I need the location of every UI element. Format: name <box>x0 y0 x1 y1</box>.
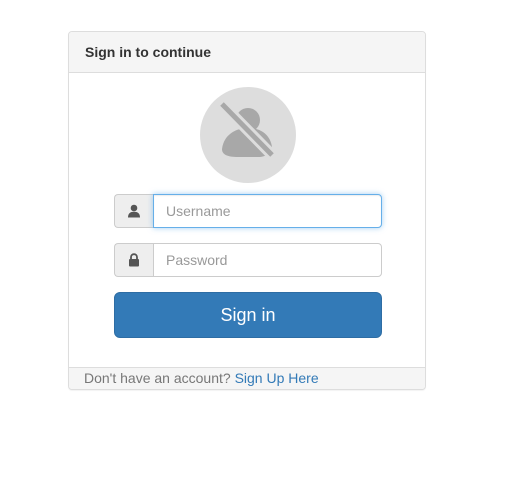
password-addon <box>114 243 153 277</box>
sign-in-button[interactable]: Sign in <box>114 292 382 338</box>
panel-heading: Sign in to continue <box>69 32 425 73</box>
signup-prompt: Don't have an account? <box>84 370 235 386</box>
password-group <box>114 243 382 277</box>
panel-footer: Don't have an account? Sign Up Here <box>69 367 425 389</box>
sign-up-link[interactable]: Sign Up Here <box>235 370 319 386</box>
lock-icon <box>129 253 139 267</box>
username-input[interactable] <box>153 194 382 228</box>
user-icon <box>128 204 140 218</box>
password-input[interactable] <box>153 243 382 277</box>
panel-title: Sign in to continue <box>85 44 211 60</box>
login-panel: Sign in to continue Sign in Don't <box>68 31 426 390</box>
avatar <box>200 87 296 183</box>
username-addon <box>114 194 153 228</box>
user-slash-icon <box>218 100 276 159</box>
username-group <box>114 194 382 228</box>
